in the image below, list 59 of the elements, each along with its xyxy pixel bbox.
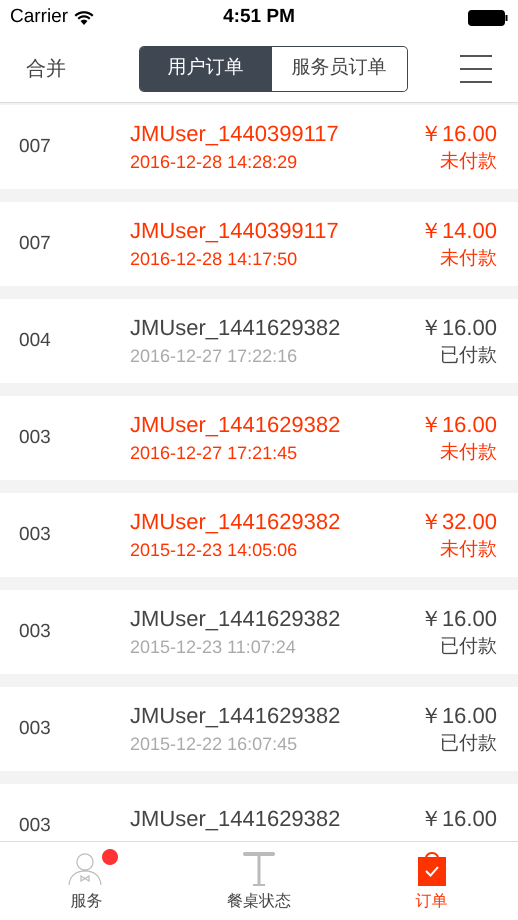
table-number: 003	[19, 716, 52, 741]
order-row[interactable]: 003 JMUser_1441629382 2015-12-23 11:07:24 ￥16.00 已付款	[0, 590, 518, 674]
table-number: 004	[19, 328, 52, 353]
payment-status: 已付款	[440, 636, 497, 658]
segment-tab[interactable]: 用户订单	[140, 46, 272, 90]
clock-label: 4:51 PM	[223, 5, 295, 30]
battery-icon	[468, 10, 508, 26]
carrier-label: Carrier	[10, 5, 68, 30]
order-amount: ￥16.00	[420, 606, 497, 632]
order-time: 2015-12-23 11:07:24	[130, 636, 297, 658]
payment-status: 已付款	[440, 733, 497, 755]
order-row[interactable]: 003 JMUser_1441629382 2015-12-22 16:07:45 ￥16.00 已付款	[0, 687, 518, 771]
merge-button[interactable]: 合并	[26, 54, 86, 84]
wifi-icon	[74, 10, 94, 25]
order-amount: ￥16.00	[420, 121, 497, 147]
table-number: 003	[19, 522, 52, 547]
user-name: JMUser_1441629382	[130, 606, 342, 632]
order-time: 2016-12-28 14:28:29	[130, 151, 298, 173]
menu-icon[interactable]	[460, 54, 492, 82]
order-amount: ￥14.00	[420, 218, 497, 244]
order-amount: ￥16.00	[420, 412, 497, 438]
table-number: 007	[19, 232, 52, 256]
tab-bar-item[interactable]: 服务	[0, 842, 173, 920]
user-name: JMUser_1441629382	[130, 315, 342, 341]
user-name: JMUser_1440399117	[130, 121, 340, 147]
order-time: 2016-12-27 17:22:16	[130, 345, 298, 367]
user-name: JMUser_1441629382	[130, 806, 342, 832]
payment-status: 未付款	[440, 151, 497, 173]
order-amount: ￥32.00	[420, 509, 497, 535]
user-name: JMUser_1440399117	[130, 218, 340, 244]
order-row[interactable]: 003 JMUser_1441629382 2015-12-23 14:05:06 ￥32.00 未付款	[0, 493, 518, 577]
order-amount: ￥16.00	[420, 315, 497, 341]
payment-status: 未付款	[440, 248, 497, 270]
payment-status: 未付款	[440, 442, 497, 464]
waiter-icon	[68, 852, 104, 886]
order-row[interactable]: 007 JMUser_1440399117 2016-12-28 14:17:50 ￥14.00 未付款	[0, 202, 518, 286]
order-row[interactable]: 003 JMUser_1441629382 2016-12-27 17:21:45 ￥16.00 未付款	[0, 396, 518, 480]
shopping-bag-icon	[418, 852, 446, 886]
payment-status: 未付款	[440, 539, 497, 561]
order-amount: ￥16.00	[420, 806, 497, 832]
order-time: 2016-12-28 14:17:50	[130, 248, 298, 270]
table-number: 003	[19, 620, 52, 644]
tab-bar-item[interactable]: 订单	[345, 842, 518, 920]
user-name: JMUser_1441629382	[130, 703, 342, 729]
order-time: 2016-12-27 17:21:45	[130, 442, 298, 464]
order-row[interactable]: 007 JMUser_1440399117 2016-12-28 14:28:29 ￥16.00 未付款	[0, 105, 518, 189]
table-number: 007	[19, 134, 52, 159]
order-time: 2015-12-22 16:07:45	[130, 733, 298, 755]
user-name: JMUser_1441629382	[130, 412, 342, 438]
user-name: JMUser_1441629382	[130, 509, 342, 535]
table-icon	[243, 852, 275, 886]
order-time: 2015-12-23 14:05:06	[130, 539, 298, 561]
order-row[interactable]: 004 JMUser_1441629382 2016-12-27 17:22:16 ￥16.00 已付款	[0, 299, 518, 383]
tab-bar-item[interactable]: 餐桌状态	[172, 842, 346, 920]
table-number: 003	[19, 426, 52, 450]
table-number: 003	[19, 814, 52, 838]
order-amount: ￥16.00	[420, 703, 497, 729]
payment-status: 已付款	[440, 345, 497, 367]
order-row[interactable]: 003 JMUser_1441629382 ￥16.00	[0, 784, 518, 841]
